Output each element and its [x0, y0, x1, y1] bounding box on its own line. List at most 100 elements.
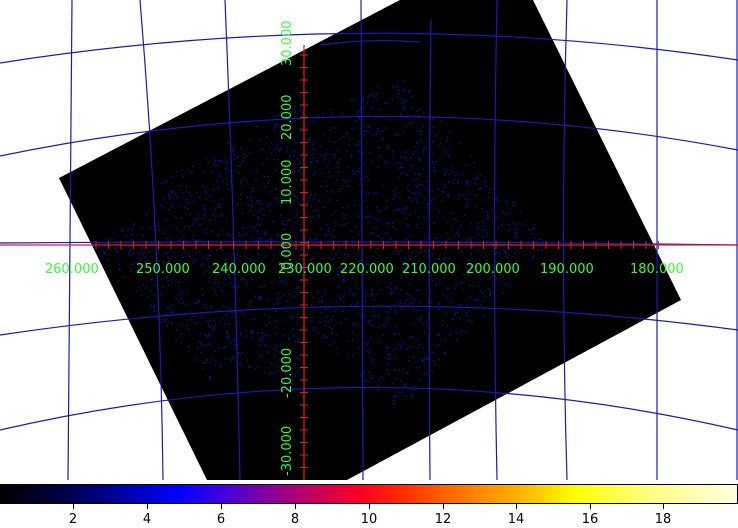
noise-pixel	[243, 312, 245, 314]
noise-pixel	[264, 239, 267, 242]
colorbar-tick	[590, 504, 591, 509]
colorbar[interactable]	[0, 484, 738, 504]
noise-pixel	[257, 253, 259, 256]
noise-pixel	[367, 169, 369, 172]
noise-pixel	[196, 347, 199, 349]
noise-pixel	[422, 112, 425, 114]
noise-pixel	[406, 187, 408, 190]
noise-pixel	[321, 301, 324, 304]
noise-pixel	[237, 352, 240, 354]
noise-pixel	[168, 197, 171, 199]
noise-pixel	[237, 286, 240, 289]
noise-pixel	[175, 196, 178, 198]
noise-pixel	[444, 339, 447, 341]
noise-pixel	[477, 222, 480, 224]
noise-pixel	[372, 232, 375, 234]
noise-pixel	[214, 324, 217, 327]
noise-pixel	[209, 343, 212, 345]
noise-pixel	[398, 391, 400, 393]
noise-pixel	[218, 186, 220, 189]
noise-pixel	[504, 250, 506, 252]
ra-labels: 260.000 250.000 240.000 230.000 220.000 …	[45, 262, 684, 277]
noise-pixel	[407, 372, 409, 375]
noise-pixel	[328, 171, 330, 173]
noise-pixel	[411, 178, 414, 181]
noise-pixel	[418, 289, 420, 291]
noise-pixel	[271, 239, 273, 241]
noise-pixel	[177, 281, 180, 283]
noise-pixel	[532, 256, 535, 259]
noise-pixel	[466, 180, 468, 183]
noise-pixel	[453, 179, 455, 181]
noise-pixel	[281, 223, 283, 225]
noise-pixel	[405, 206, 407, 208]
noise-pixel	[392, 153, 395, 156]
noise-pixel	[330, 114, 333, 117]
noise-pixel	[263, 284, 266, 287]
noise-pixel	[257, 366, 259, 369]
noise-pixel	[299, 358, 301, 361]
noise-pixel	[245, 155, 248, 158]
colorbar-label: 2	[68, 512, 78, 527]
noise-pixel	[118, 263, 121, 265]
noise-pixel	[378, 341, 380, 343]
noise-pixel	[332, 258, 334, 261]
noise-pixel	[267, 176, 269, 178]
noise-pixel	[497, 227, 500, 229]
noise-pixel	[481, 208, 483, 210]
noise-pixel	[273, 127, 276, 129]
noise-pixel	[305, 250, 307, 253]
noise-pixel	[212, 319, 214, 321]
noise-pixel	[205, 198, 208, 200]
noise-pixel	[324, 134, 326, 136]
noise-pixel	[433, 170, 435, 173]
noise-pixel	[295, 178, 298, 181]
noise-pixel	[262, 333, 265, 335]
noise-pixel	[465, 164, 467, 166]
noise-pixel	[375, 293, 377, 295]
noise-pixel	[482, 229, 485, 231]
noise-pixel	[433, 360, 435, 362]
noise-pixel	[402, 341, 404, 343]
noise-pixel	[274, 270, 277, 273]
noise-pixel	[348, 138, 351, 140]
noise-pixel	[204, 303, 207, 306]
noise-pixel	[276, 319, 279, 321]
noise-pixel	[296, 197, 298, 199]
noise-pixel	[473, 182, 476, 185]
noise-pixel	[325, 184, 328, 187]
noise-pixel	[311, 157, 314, 159]
noise-pixel	[216, 235, 219, 237]
dec-label: -30.000	[280, 426, 295, 476]
noise-pixel	[227, 162, 229, 164]
noise-pixel	[431, 190, 433, 192]
noise-pixel	[484, 199, 487, 201]
noise-pixel	[285, 310, 288, 313]
noise-pixel	[285, 223, 287, 226]
noise-pixel	[288, 219, 291, 221]
image-viewer[interactable]: 260.000 250.000 240.000 230.000 220.000 …	[0, 0, 738, 528]
noise-pixel	[308, 137, 311, 140]
noise-pixel	[421, 184, 423, 186]
noise-pixel	[368, 351, 370, 354]
noise-pixel	[275, 310, 277, 312]
noise-pixel	[381, 139, 384, 141]
noise-pixel	[300, 109, 302, 112]
noise-pixel	[459, 142, 462, 144]
noise-pixel	[149, 305, 152, 307]
noise-pixel	[212, 330, 215, 333]
noise-pixel	[306, 202, 309, 204]
noise-pixel	[451, 318, 454, 321]
noise-pixel	[197, 213, 199, 215]
noise-pixel	[328, 160, 330, 162]
noise-pixel	[387, 223, 389, 225]
noise-pixel	[266, 351, 269, 353]
noise-pixel	[205, 190, 207, 193]
noise-pixel	[283, 228, 285, 231]
noise-pixel	[434, 166, 436, 169]
noise-pixel	[443, 191, 445, 194]
noise-pixel	[502, 292, 505, 294]
noise-pixel	[483, 300, 485, 303]
sky-image-canvas[interactable]: 260.000 250.000 240.000 230.000 220.000 …	[0, 0, 738, 480]
noise-pixel	[298, 368, 301, 371]
